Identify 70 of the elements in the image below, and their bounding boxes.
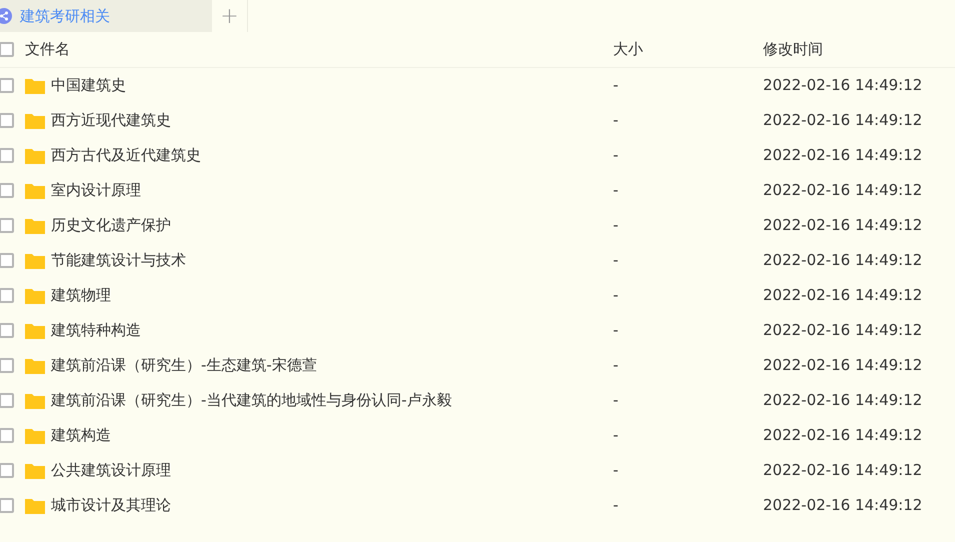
file-name[interactable]: 公共建筑设计原理 (51, 459, 613, 482)
file-size: - (613, 460, 620, 482)
checkbox[interactable] (0, 113, 14, 128)
file-name[interactable]: 室内设计原理 (51, 179, 613, 202)
modified-time: 2022-02-16 14:49:12 (763, 495, 922, 516)
file-size: - (613, 425, 620, 446)
folder-icon (25, 78, 45, 94)
folder-icon (25, 218, 45, 234)
modified-time: 2022-02-16 14:49:12 (763, 145, 922, 166)
checkbox[interactable] (0, 218, 14, 233)
file-name[interactable]: 中国建筑史 (51, 74, 613, 97)
modified-time: 2022-02-16 14:49:12 (763, 320, 922, 342)
folder-icon (25, 392, 45, 408)
column-header[interactable]: 修改时间 (763, 38, 823, 61)
modified-time: 2022-02-16 14:49:12 (763, 110, 922, 132)
folder-icon (25, 288, 45, 304)
file-size: - (613, 110, 620, 132)
file-name[interactable]: 节能建筑设计与技术 (51, 249, 613, 272)
file-size: - (613, 390, 620, 412)
file-name[interactable]: 建筑特种构造 (51, 319, 613, 342)
modified-time: 2022-02-16 14:49:12 (763, 390, 922, 412)
file-name[interactable]: 建筑前沿课（研究生）-生态建筑-宋德萱 (51, 354, 613, 377)
column-header[interactable]: 大小 (613, 38, 763, 61)
checkbox[interactable] (0, 78, 14, 93)
file-size: - (613, 250, 620, 272)
folder-icon (25, 428, 45, 444)
modified-time: 2022-02-16 14:49:12 (763, 250, 922, 272)
checkbox[interactable] (0, 148, 14, 163)
checkbox[interactable] (0, 428, 14, 443)
folder-icon (25, 252, 45, 268)
file-name[interactable]: 建筑前沿课（研究生）-当代建筑的地域性与身份认同-卢永毅 (51, 389, 613, 412)
folder-icon (25, 112, 45, 128)
file-size: - (613, 75, 620, 96)
file-name[interactable]: 历史文化遗产保护 (51, 214, 613, 237)
modified-time: 2022-02-16 14:49:12 (763, 285, 922, 306)
file-size: - (613, 320, 620, 342)
modified-time: 2022-02-16 14:49:12 (763, 180, 922, 202)
file-size: - (613, 355, 620, 376)
modified-time: 2022-02-16 14:49:12 (763, 460, 922, 482)
folder-icon (25, 182, 45, 198)
checkbox[interactable] (0, 253, 14, 268)
file-size: - (613, 180, 620, 202)
column-header[interactable]: 文件名 (25, 38, 613, 61)
folder-icon (25, 498, 45, 514)
checkbox[interactable] (0, 323, 14, 338)
checkbox[interactable] (0, 393, 14, 408)
checkbox[interactable] (0, 183, 14, 198)
checkbox[interactable] (0, 498, 14, 513)
checkbox[interactable] (0, 463, 14, 478)
modified-time: 2022-02-16 14:49:12 (763, 75, 922, 96)
file-size: - (613, 285, 620, 306)
folder-icon (25, 358, 45, 374)
modified-time: 2022-02-16 14:49:12 (763, 355, 922, 376)
file-size: - (613, 215, 620, 236)
share-icon (0, 8, 12, 24)
modified-time: 2022-02-16 14:49:12 (763, 425, 922, 446)
file-name[interactable]: 西方近现代建筑史 (51, 109, 613, 132)
modified-time: 2022-02-16 14:49:12 (763, 215, 922, 236)
file-name[interactable]: 建筑构造 (51, 424, 613, 447)
checkbox[interactable] (0, 42, 14, 57)
checkbox[interactable] (0, 288, 14, 303)
file-name[interactable]: 城市设计及其理论 (51, 494, 613, 517)
file-size: - (613, 145, 620, 166)
checkbox[interactable] (0, 358, 14, 373)
folder-icon (25, 148, 45, 164)
folder-icon (25, 322, 45, 338)
file-name[interactable]: 建筑物理 (51, 284, 613, 307)
file-size: - (613, 495, 620, 516)
file-name[interactable]: 西方古代及近代建筑史 (51, 144, 613, 167)
folder-icon (25, 462, 45, 478)
